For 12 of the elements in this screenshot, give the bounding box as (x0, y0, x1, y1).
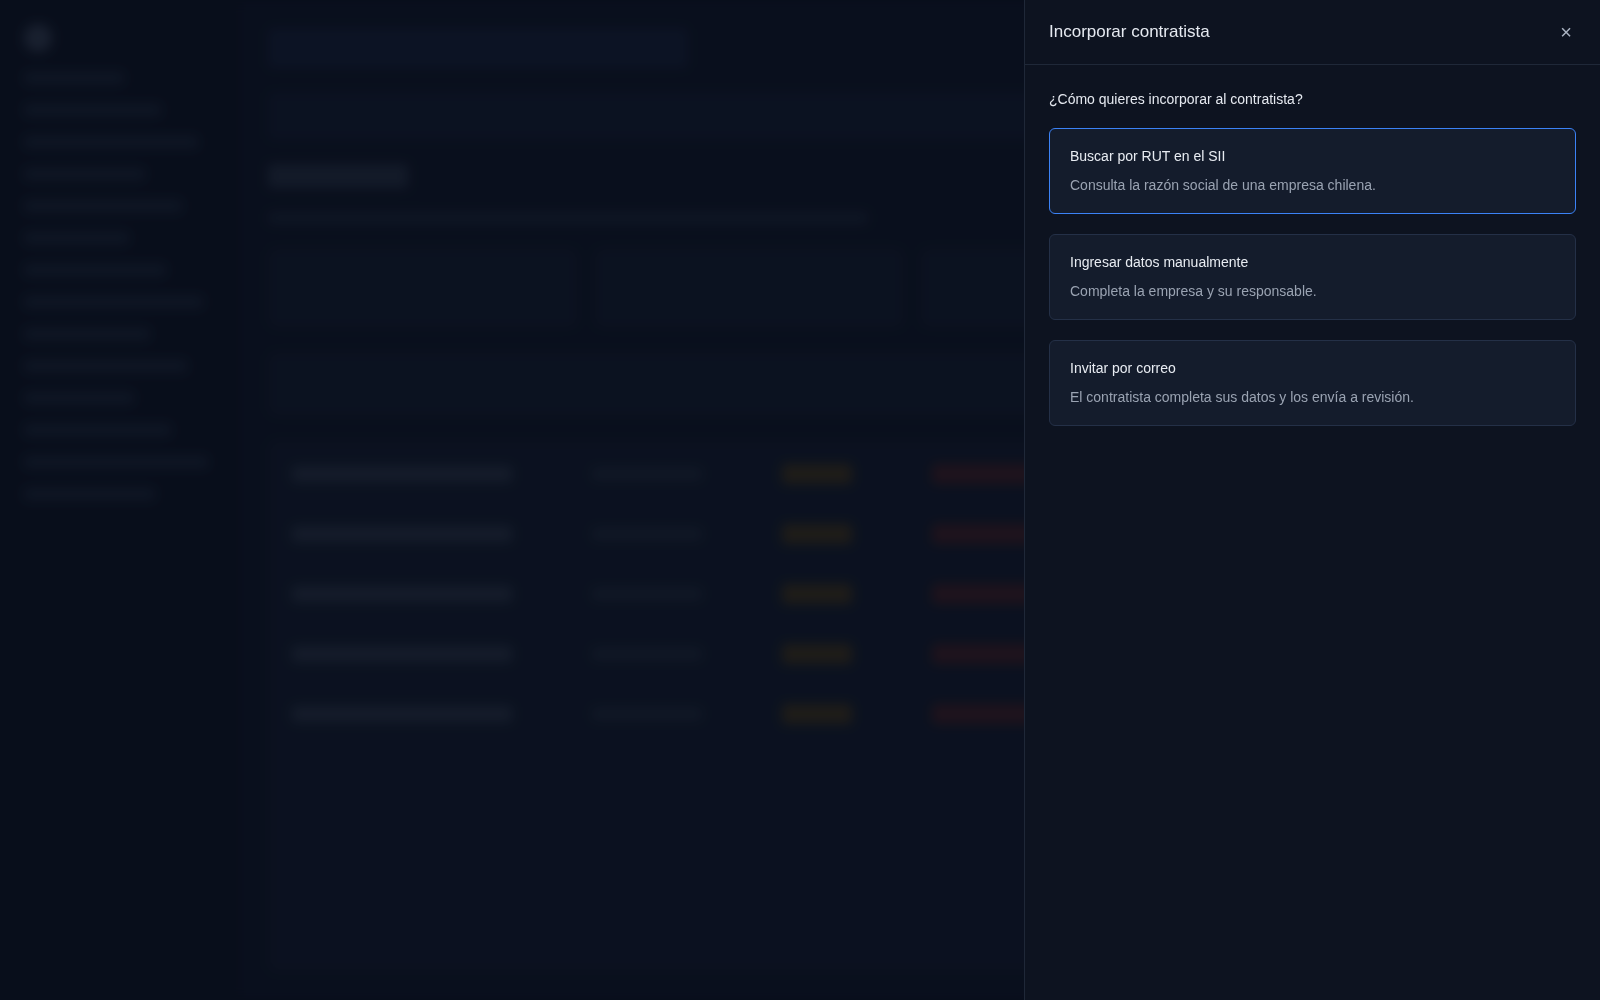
question-text: ¿Cómo quieres incorporar al contratista? (1049, 90, 1304, 109)
close-button[interactable]: × (1556, 22, 1576, 42)
option-title: Buscar por RUT en el SII (1070, 147, 1227, 166)
option-card[interactable]: Buscar por RUT en el SII Consulta la razón social de una empresa chilena. (1049, 128, 1576, 214)
option-description: El contratista completa sus datos y los envía a revisión. (1070, 388, 1415, 407)
option-description: Completa la empresa y su responsable. (1070, 282, 1318, 301)
option-title: Ingresar datos manualmente (1070, 253, 1250, 272)
drawer-title: Incorporar contratista (1049, 21, 1210, 44)
option-card[interactable]: Invitar por correo El contratista completa sus datos y los envía a revisión. (1049, 340, 1576, 426)
option-description: Consulta la razón social de una empresa chilena. (1070, 176, 1377, 195)
option-title: Invitar por correo (1070, 359, 1177, 378)
option-card[interactable]: Ingresar datos manualmente Completa la empresa y su responsable. (1049, 234, 1576, 320)
